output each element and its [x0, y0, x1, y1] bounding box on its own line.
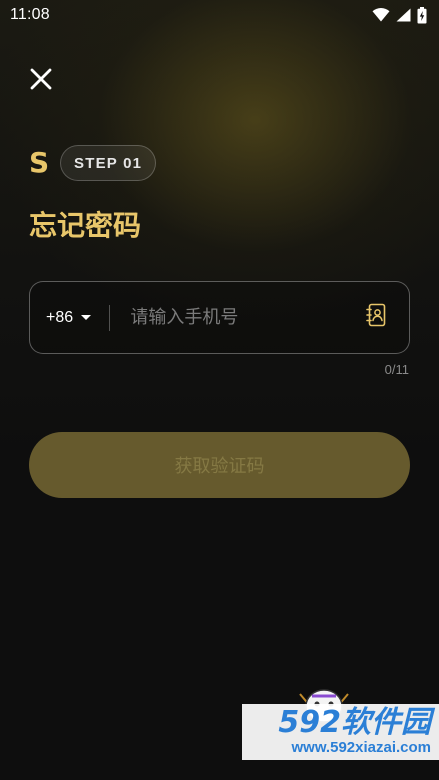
- step-indicator: S STEP 01: [29, 144, 157, 182]
- close-icon: [29, 67, 53, 96]
- phone-number-input[interactable]: [130, 282, 356, 353]
- watermark-url: www.592xiazai.com: [291, 739, 431, 756]
- contacts-book-icon: [366, 303, 388, 332]
- status-icons: [372, 6, 427, 24]
- divider: [109, 304, 111, 331]
- char-counter: 0/11: [384, 362, 409, 377]
- wifi-icon: [372, 8, 390, 22]
- watermark-band: 592软件园 www.592xiazai.com: [242, 704, 439, 760]
- chevron-down-icon: [81, 315, 92, 320]
- app-logo: S: [29, 146, 50, 179]
- battery-charging-icon: [417, 6, 427, 24]
- contacts-button[interactable]: [355, 296, 399, 340]
- status-time: 11:08: [10, 6, 50, 23]
- forgot-password-screen: 11:08 S STEP 01 忘记密码 +86 请输入手机号 0/11 获取验…: [0, 0, 439, 780]
- watermark: 592软件园 www.592xiazai.com: [242, 684, 439, 780]
- get-verification-code-button[interactable]: 获取验证码: [29, 432, 410, 498]
- phone-input-box: +86: [29, 281, 410, 354]
- status-bar: 11:08: [0, 0, 439, 30]
- country-code-label: +86: [46, 308, 74, 326]
- page-title: 忘记密码: [29, 209, 142, 242]
- signal-icon: [396, 8, 411, 22]
- step-badge: STEP 01: [60, 145, 157, 181]
- watermark-title: 592软件园: [278, 705, 431, 740]
- country-code-selector[interactable]: +86: [30, 309, 109, 327]
- close-button[interactable]: [26, 66, 56, 96]
